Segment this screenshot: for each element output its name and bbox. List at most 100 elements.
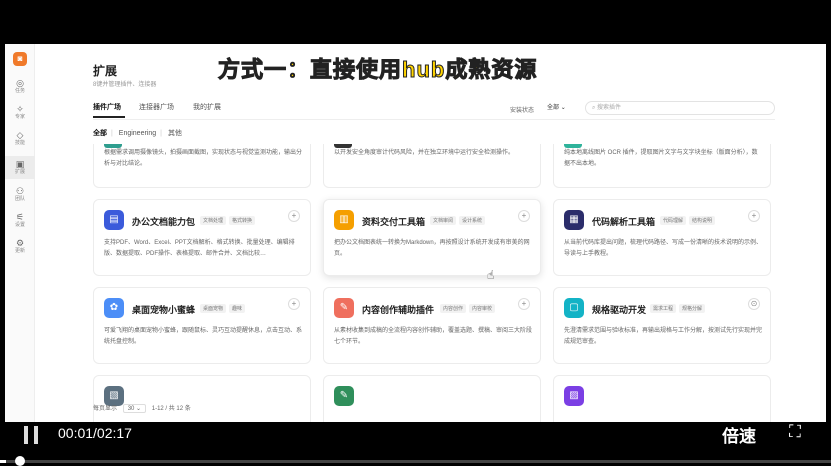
plugin-title: 桌面宠物小蜜蜂 [132,305,196,315]
install-status-label: 安装状态 [510,108,535,114]
plugin-tags: 文档处理 格式转换 [200,216,258,225]
plugin-description: 从素材收集到成稿的全流程内容创作辅助，覆盖选题、撰稿、审阅三大阶段七个环节。 [334,328,533,345]
plugin-card[interactable]: ✎ 内容创作辅助插件 内容创作 内容审校 + 从素材收集到成稿的全流程内容创作辅助… [323,287,541,364]
pause-icon[interactable] [22,426,40,444]
left-rail: ◙ ◎ 任务 ✧ 专家 ◇ 技能 ▣ 扩展 ⚇ 团队 ⚟ 设置 ⚙ 更新 [5,44,35,422]
app-screen: ◙ ◎ 任务 ✧ 专家 ◇ 技能 ▣ 扩展 ⚇ 团队 ⚟ 设置 ⚙ 更新 扩展 8键并管理插件… [5,44,826,422]
pen-icon: ✎ [334,386,354,406]
filter-separator: | [111,130,113,137]
progress-bar[interactable] [0,460,831,463]
page-title: 扩展 [93,64,118,78]
speed-button[interactable]: 倍速 [722,422,756,447]
plugin-tags: 桌面宠物 趣味 [200,304,248,313]
rail-item-extensions[interactable]: ▣ 扩展 [5,156,35,179]
divider [93,119,775,120]
tab-plugin-square[interactable]: 插件广场 [93,102,121,112]
skill-icon: ◇ [16,130,24,140]
page-size-value: 30 [127,406,135,412]
plugin-card[interactable]: ▦ 代码解析工具箱 代码理解 结构说明 + 从当前代码库提出问题，梳理代码路径、写… [553,199,771,276]
plugin-tags: 内容创作 内容审校 [440,304,498,313]
plugin-card[interactable]: ▢ 规格驱动开发 需求工程 规格分解 ⊙ 先澄清需求范围与验收标准，再输出规格与工… [553,287,771,364]
plugin-card[interactable]: ✎ [323,375,541,422]
bee-icon: ✿ [104,298,124,318]
plugin-description: 以开发安全角度审计代码风险，并在独立环境中运行安全检测操作。 [334,150,515,156]
plugin-tag: 趣味 [229,304,246,313]
team-icon: ⚇ [15,186,25,196]
add-button[interactable]: ⊙ [748,298,760,310]
add-button[interactable]: + [518,298,530,310]
plugin-card-partial[interactable]: 根据需求调用摄像镜头，拍摄画面截图，实现状态与视觉监测功能，输出分析与对比结论。 [93,144,311,188]
rail-item-update[interactable]: ⚙ 更新 [5,238,35,255]
plugin-description: 根据需求调用摄像镜头，拍摄画面截图，实现状态与视觉监测功能，输出分析与对比结论。 [104,150,303,167]
plugin-tag: 内容创作 [440,304,467,313]
plugin-card-partial[interactable]: 以开发安全角度审计代码风险，并在独立环境中运行安全检测操作。 [323,144,541,188]
plugin-tags: 代码理解 结构说明 [660,216,718,225]
plugin-card-partial[interactable]: 纯本地离线图片 OCR 插件，提取图片文字与文字块坐标（版面分析），数据不出本地… [553,144,771,188]
plugin-tag: 结构说明 [689,216,716,225]
plugin-description: 纯本地离线图片 OCR 插件，提取图片文字与文字块坐标（版面分析），数据不出本地… [564,150,758,167]
plugin-card[interactable]: ✿ 桌面宠物小蜜蜂 桌面宠物 趣味 + 可爱飞翔的桌面宠物小蜜蜂，跟随鼠标、灵巧互… [93,287,311,364]
plugin-card[interactable]: ▤ 办公文档能力包 文档处理 格式转换 + 支持PDF、Word、Excel、PP… [93,199,311,276]
rail-item-team[interactable]: ⚇ 团队 [5,186,35,203]
fullscreen-icon[interactable]: ⛶ [789,422,801,442]
app-logo-icon[interactable]: ◙ [13,52,27,66]
plugin-card[interactable]: ▧ [93,375,311,422]
search-placeholder: 搜索插件 [597,105,622,111]
plugin-tag: 规格分解 [679,304,706,313]
plugin-tag: 文档处理 [200,216,227,225]
rail-item-settings[interactable]: ⚟ 设置 [5,212,35,229]
folder-icon: ▥ [334,210,354,230]
plugin-description: 把办公文档图表统一转换为Markdown，再按照设计系统开发成有审美的网页。 [334,240,530,257]
active-tab-indicator [93,116,125,118]
search-input[interactable]: ⌕ 搜索插件 [585,101,775,115]
page-size-label: 每页显示 [93,406,118,412]
plugin-title: 规格驱动开发 [592,305,647,315]
plugin-title: 资料交付工具箱 [362,217,426,227]
filter-all[interactable]: 全部 [93,130,107,137]
add-button[interactable]: + [748,210,760,222]
plugin-description: 支持PDF、Word、Excel、PPT文档解析、格式转换、批量处理、编辑排版、… [104,240,295,257]
chevron-down-icon: ⌄ [136,406,142,412]
search-icon: ⌕ [592,105,596,111]
tab-connector-square[interactable]: 连接器广场 [139,102,174,112]
rail-item-experts[interactable]: ✧ 专家 [5,104,35,121]
overlay-banner: 方式一：直接使用hub成熟资源 [217,57,538,83]
add-button[interactable]: + [518,210,530,222]
install-status-select[interactable]: 全部 ⌄ [545,102,571,114]
plugin-title: 内容创作辅助插件 [362,305,435,315]
filter-other[interactable]: 其他 [168,130,182,137]
plugin-tag: 桌面宠物 [200,304,227,313]
install-status-value: 全部 [547,105,560,111]
progress-fill [0,460,6,463]
page-subtitle: 8键并管理插件、连接器 [93,82,157,88]
add-button[interactable]: + [288,210,300,222]
task-icon: ◎ [16,78,24,88]
plugin-description: 先澄清需求范围与验收标准，再输出规格与工作分解，按测试先行实现并完成规范审查。 [564,328,763,345]
plugin-tags: 需求工程 规格分解 [650,304,708,313]
video-player-controls: 00:01/02:17 倍速 ⛶ [0,422,831,466]
spec-icon: ▢ [564,298,584,318]
plugin-tag: 格式转换 [229,216,256,225]
plugin-tag: 代码理解 [660,216,687,225]
add-button[interactable]: + [288,298,300,310]
filter-engineering[interactable]: Engineering [119,130,156,137]
rail-item-tasks[interactable]: ◎ 任务 [5,78,35,95]
chevron-down-icon: ⌄ [560,105,566,111]
tab-my-extensions[interactable]: 我的扩展 [193,102,221,112]
extension-icon: ▣ [15,159,25,169]
page-range: 1-12 / 共 12 条 [151,406,191,412]
video-frame: ◙ ◎ 任务 ✧ 专家 ◇ 技能 ▣ 扩展 ⚇ 团队 ⚟ 设置 ⚙ 更新 扩展 8键并管理插件… [0,0,831,466]
gear-icon: ⚙ [15,238,25,248]
plugin-tag: 内容审校 [469,304,496,313]
mouse-pointer-icon: ☝ [487,268,495,282]
plugin-card[interactable]: ▨ [553,375,771,422]
plugin-title: 代码解析工具箱 [592,217,656,227]
book-icon: ▦ [564,210,584,230]
rail-item-skills[interactable]: ◇ 技能 [5,130,35,147]
page-size-select[interactable]: 30 ⌄ [122,404,147,413]
pen-icon: ✎ [334,298,354,318]
pagination: 每页显示 30 ⌄ 1-12 / 共 12 条 [93,403,191,413]
filter-separator: | [160,130,162,137]
category-filters: 全部 | Engineering | 其他 [93,128,186,138]
plugin-card[interactable]: ▥ 资料交付工具箱 文档审阅 设计系统 + 把办公文档图表统一转换为Markdow… [323,199,541,276]
